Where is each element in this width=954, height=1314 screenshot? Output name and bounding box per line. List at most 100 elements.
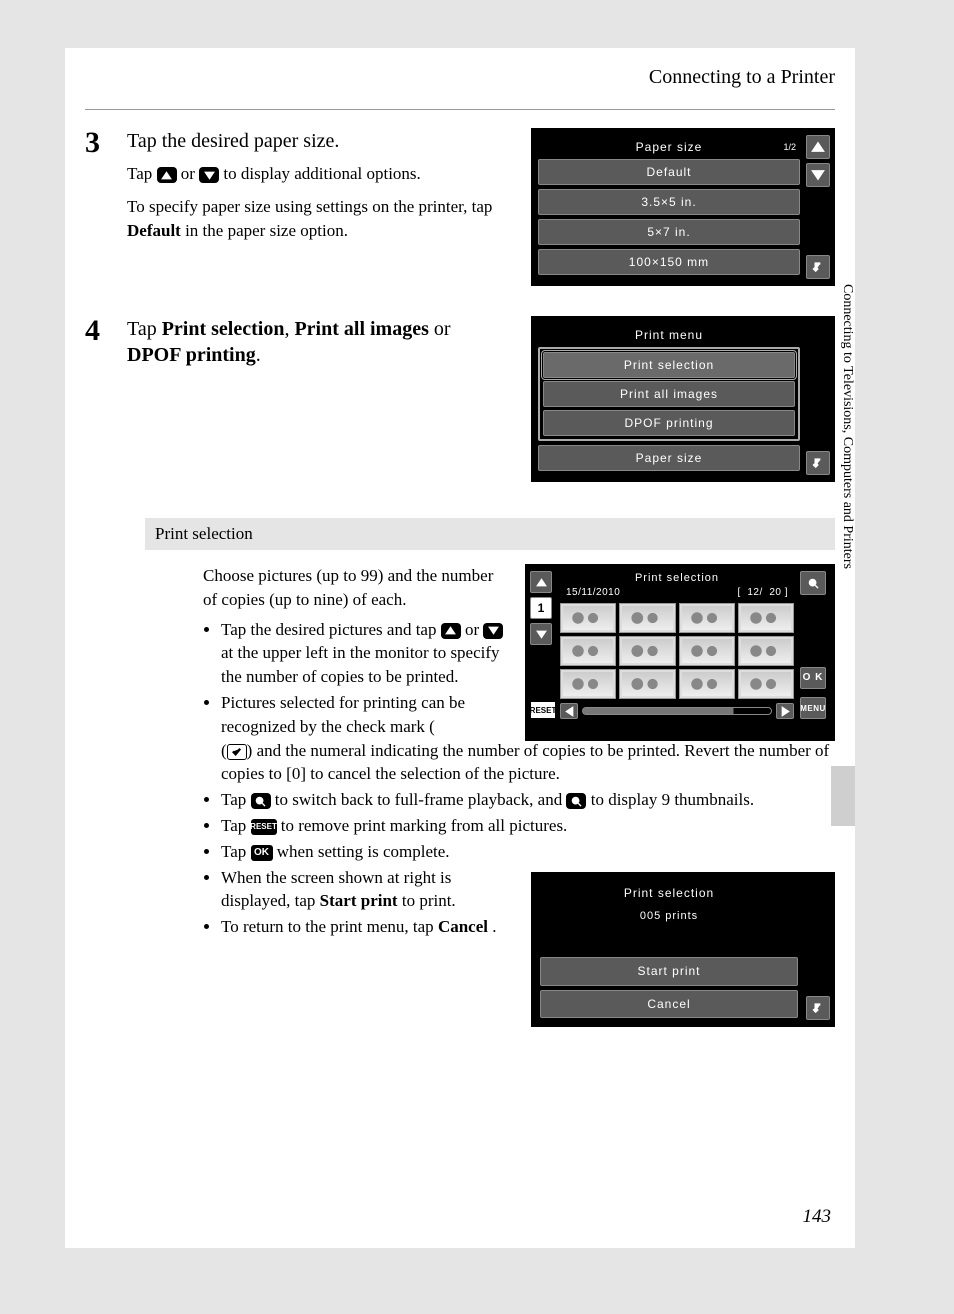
text: ( [221, 741, 227, 760]
text: To specify paper size using settings on … [127, 197, 492, 216]
step-3-title: Tap the desired paper size. [127, 128, 531, 154]
section-tab-marker [831, 766, 855, 826]
thumbnail[interactable] [738, 669, 794, 699]
zoom-in-button[interactable] [800, 571, 826, 595]
paper-size-option-5x7[interactable]: 5×7 in. [538, 219, 800, 245]
thumbnail[interactable] [738, 636, 794, 666]
up-arrow-icon [441, 623, 461, 639]
text: , [284, 318, 294, 340]
thumbnail[interactable] [619, 636, 675, 666]
reset-button[interactable]: RESET [530, 701, 556, 719]
start-print-button[interactable]: Start print [540, 957, 798, 986]
counter-label: [ 12/ 20 ] [738, 586, 789, 600]
screen-title: Print menu [635, 328, 703, 342]
text: To return to the print menu, tap [221, 917, 438, 936]
thumbnail[interactable] [738, 603, 794, 633]
date-counter-row: 15/11/2010 [ 12/ 20 ] [560, 586, 794, 600]
thumbnail[interactable] [560, 603, 616, 633]
text: Pictures selected for printing can be re… [221, 693, 465, 736]
back-button[interactable] [806, 451, 830, 475]
copy-count-badge: 1 [530, 597, 552, 619]
thumbnail[interactable] [619, 669, 675, 699]
scroll-down-button[interactable] [530, 623, 552, 645]
text: Tap [221, 816, 251, 835]
bullet-6: When the screen shown at right is displa… [221, 866, 513, 914]
scroll-right-icon[interactable] [776, 703, 794, 719]
confirm-print-screen: Print selection 005 prints Start print C… [531, 872, 835, 1028]
ok-icon: OK [251, 845, 273, 861]
date-label: 15/11/2010 [566, 586, 620, 600]
down-arrow-icon [199, 167, 219, 183]
text: to print. [402, 891, 456, 910]
print-selection-section: Print selection Choose pictures (up to 9… [145, 518, 835, 1027]
scroll-up-button[interactable] [806, 135, 830, 159]
thumbnail[interactable] [679, 669, 735, 699]
scroll-left-icon[interactable] [560, 703, 578, 719]
screen-title: Print selection [540, 881, 798, 906]
thumbnail-selection-screen: 1 RESET Print selection 15/11/2010 [ 12/… [525, 564, 835, 741]
text: ) and the numeral indicating the number … [221, 741, 829, 784]
screen-page-indicator: 1/2 [783, 142, 796, 152]
thumbnail[interactable] [560, 669, 616, 699]
step-3-text: Tap or to display additional options. To… [127, 162, 497, 244]
thumbnail[interactable] [560, 636, 616, 666]
intro-text: Choose pictures (up to 99) and the numbe… [203, 564, 507, 612]
text: Tap [127, 318, 162, 340]
text: or [434, 318, 451, 340]
paper-size-option-100x150[interactable]: 100×150 mm [538, 249, 800, 275]
page-header: Connecting to a Printer [85, 48, 835, 110]
menu-item-dpof[interactable]: DPOF printing [543, 410, 795, 436]
text: Tap [221, 842, 251, 861]
text-bold: Default [127, 221, 181, 240]
text: Tap [221, 790, 251, 809]
step-number: 4 [85, 316, 127, 482]
thumbnail[interactable] [619, 603, 675, 633]
scrollbar-track[interactable] [582, 707, 772, 715]
text: . [256, 344, 261, 366]
back-button[interactable] [806, 996, 830, 1020]
checkmark-icon [227, 744, 247, 760]
text: or [465, 620, 483, 639]
scroll-up-button[interactable] [530, 571, 552, 593]
zoom-out-icon [566, 793, 586, 809]
bullet-7: To return to the print menu, tap Cancel … [221, 915, 513, 939]
text: at the upper left in the monitor to spec… [221, 643, 500, 686]
subsection-header: Print selection [145, 518, 835, 550]
cancel-button[interactable]: Cancel [540, 990, 798, 1019]
page-number: 143 [803, 1206, 832, 1228]
text: in the paper size option. [185, 221, 348, 240]
screen-title: Paper size [636, 140, 703, 154]
step-4: 4 Tap Print selection, Print all images … [65, 286, 855, 482]
text-bold: DPOF printing [127, 344, 256, 366]
bullet-1: Tap the desired pictures and tap or at t… [221, 618, 507, 689]
bullet-3: Tap to switch back to full-frame playbac… [221, 788, 835, 812]
ok-button[interactable]: O K [800, 667, 826, 689]
step-3: 3 Tap the desired paper size. Tap or to … [65, 110, 855, 286]
menu-item-paper-size[interactable]: Paper size [538, 445, 800, 471]
text: to display 9 thumbnails. [591, 790, 754, 809]
thumbnail-grid [560, 603, 794, 699]
scroll-down-button[interactable] [806, 163, 830, 187]
text: or [181, 164, 199, 183]
menu-button[interactable]: MENU [800, 697, 826, 719]
text: to display additional options. [223, 164, 420, 183]
zoom-in-icon [251, 793, 271, 809]
text-bold: Print all images [294, 318, 428, 340]
menu-item-print-selection[interactable]: Print selection [543, 352, 795, 378]
screen-title: Print selection [560, 571, 794, 586]
step-number: 3 [85, 128, 127, 286]
thumbnail[interactable] [679, 636, 735, 666]
thumbnail[interactable] [679, 603, 735, 633]
menu-item-print-all[interactable]: Print all images [543, 381, 795, 407]
text-bold: Start print [320, 891, 398, 910]
reset-icon: RESET [251, 819, 277, 835]
paper-size-option-default[interactable]: Default [538, 159, 800, 185]
up-arrow-icon [157, 167, 177, 183]
text: when setting is complete. [277, 842, 450, 861]
bullet-2-partial: Pictures selected for printing can be re… [221, 691, 507, 739]
text: . [492, 917, 496, 936]
paper-size-option-35x5[interactable]: 3.5×5 in. [538, 189, 800, 215]
horizontal-scrollbar[interactable] [560, 703, 794, 719]
back-button[interactable] [806, 255, 830, 279]
section-spine-label: Connecting to Televisions, Computers and… [839, 278, 855, 798]
